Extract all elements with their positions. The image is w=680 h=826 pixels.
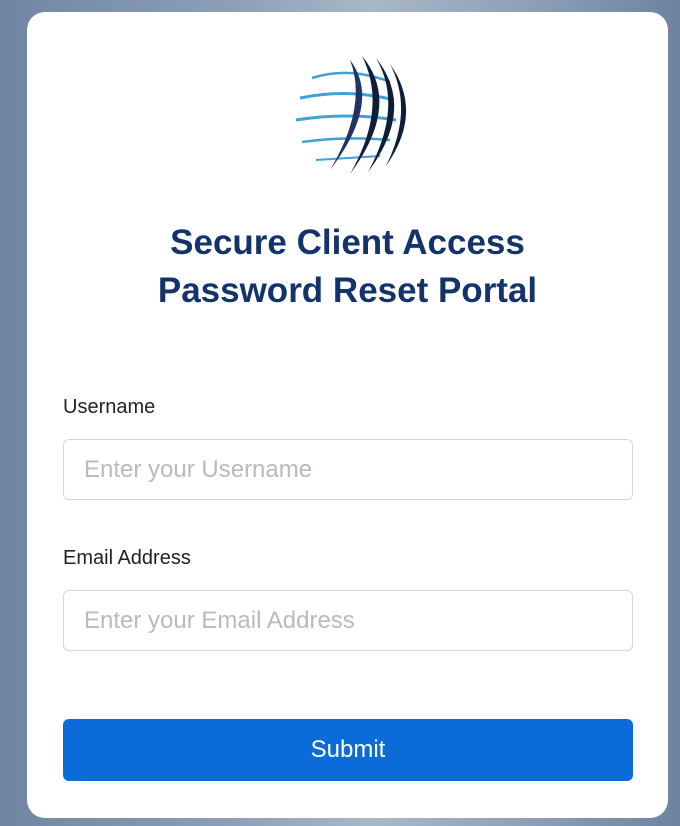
- submit-button[interactable]: Submit: [63, 719, 633, 781]
- globe-swoosh-icon: [290, 48, 420, 178]
- title-line-1: Secure Client Access: [170, 223, 525, 262]
- logo-graphic: [295, 56, 407, 174]
- email-label: Email Address: [63, 547, 191, 569]
- username-label: Username: [63, 396, 156, 418]
- username-input[interactable]: [63, 439, 633, 500]
- email-input[interactable]: [63, 590, 633, 651]
- page-title: Secure Client Access Password Reset Port…: [27, 219, 668, 315]
- title-line-2: Password Reset Portal: [157, 271, 538, 310]
- reset-card: Secure Client Access Password Reset Port…: [27, 12, 668, 818]
